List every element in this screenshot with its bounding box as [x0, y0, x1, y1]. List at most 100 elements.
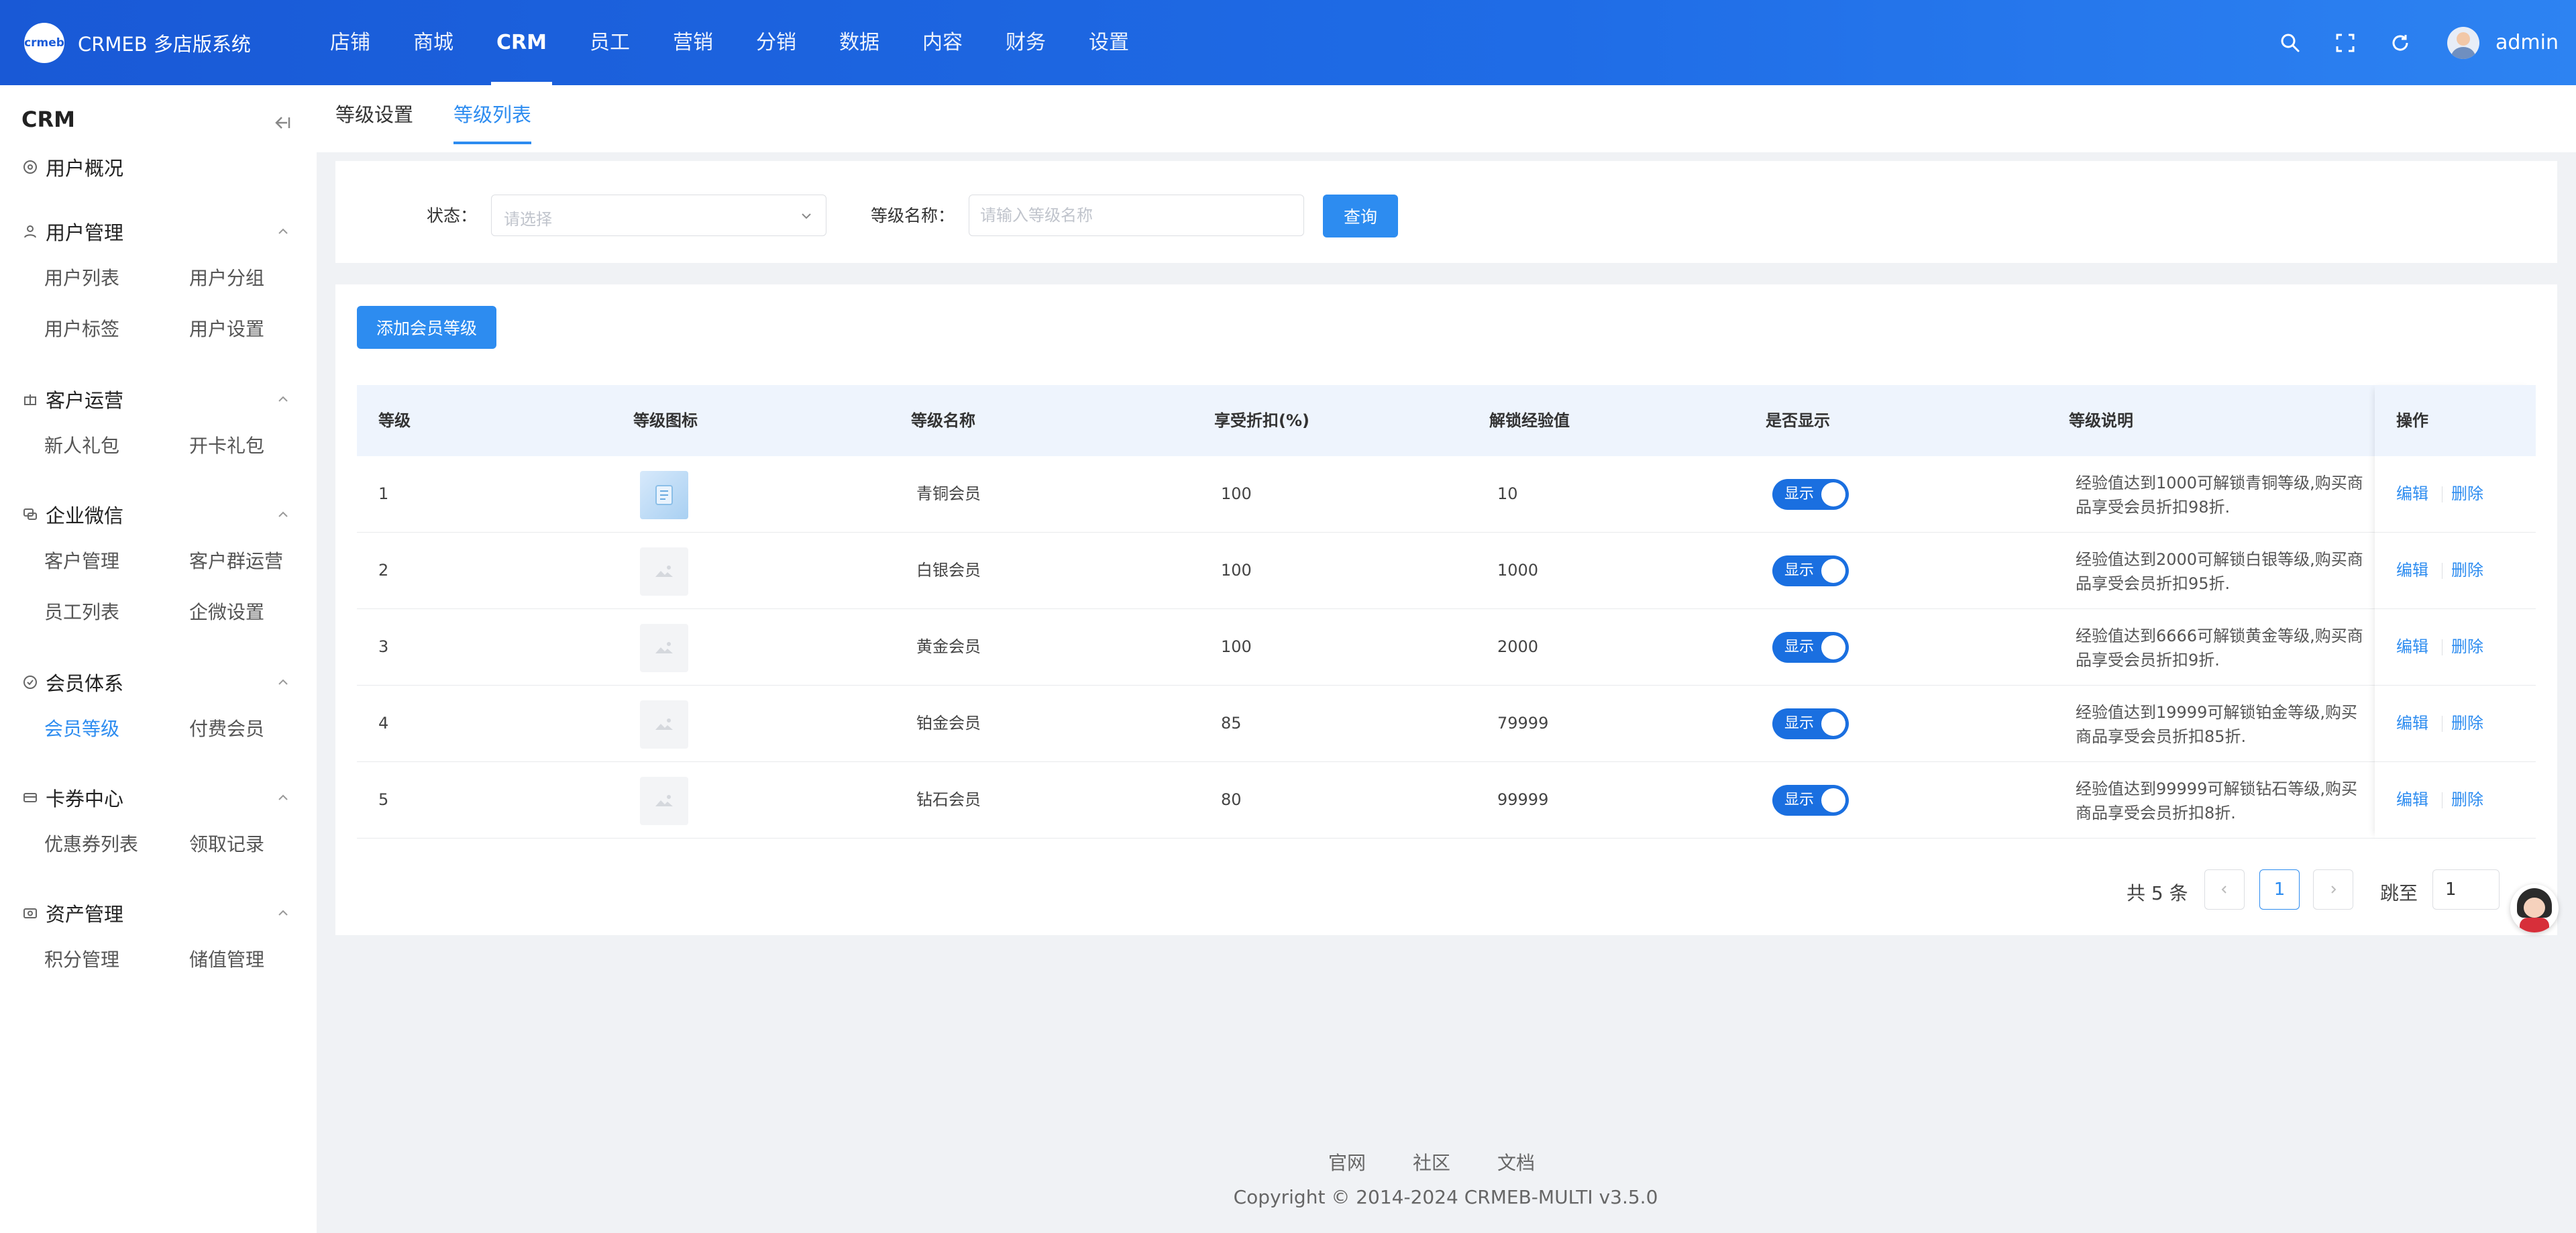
sidebar-group-wecom: 企业微信 客户管理 客户群运营 员工列表 企微设置 [0, 493, 317, 638]
sidebar-group-head-customer-ops[interactable]: 客户运营 [0, 378, 317, 421]
cell-level: 5 [378, 790, 389, 809]
topnav-item-marketing[interactable]: 营销 [651, 0, 735, 85]
image-placeholder-icon [640, 547, 688, 596]
table-row: 4 铂金会员 85 79999 显示 经验值达到19999可解锁铂金等级,购买商… [357, 686, 2536, 762]
topnav-item-crm[interactable]: CRM [475, 0, 568, 85]
sidebar-item-receive-records[interactable]: 领取记录 [189, 819, 334, 870]
app-title: CRMEB 多店版系统 [78, 33, 251, 56]
table-row: 1 青铜会员 100 10 显示 经验值达到1000可解锁青铜等级,购买商品享受… [357, 456, 2536, 533]
sidebar-item-member-level[interactable]: 会员等级 [44, 704, 189, 755]
sidebar: CRM 用户概况 用户管理 用户列表 用户分组 用户标签 用户设置 客户运营 新… [0, 85, 317, 1233]
group-label: 客户运营 [46, 389, 124, 412]
sidebar-group-head-wecom[interactable]: 企业微信 [0, 493, 317, 536]
sidebar-item-coupon-list[interactable]: 优惠券列表 [44, 819, 189, 870]
user-menu[interactable]: admin [2447, 26, 2559, 59]
add-member-level-button[interactable]: 添加会员等级 [357, 306, 496, 349]
support-assistant-avatar[interactable] [2510, 884, 2559, 932]
topnav-item-settings[interactable]: 设置 [1067, 0, 1150, 85]
cell-description: 经验值达到1000可解锁青铜等级,购买商品享受会员折扣98折. [2076, 474, 2363, 517]
topnav-item-staff[interactable]: 员工 [568, 0, 651, 85]
level-name-input[interactable] [969, 195, 1304, 236]
pagination-total: 共 5 条 [2127, 882, 2188, 904]
sidebar-group-head-asset-management[interactable]: 资产管理 [0, 892, 317, 934]
sidebar-item-balance-management[interactable]: 储值管理 [189, 934, 334, 985]
sidebar-item-overview[interactable]: 用户概况 [0, 146, 317, 189]
sidebar-item-staff-list[interactable]: 员工列表 [44, 587, 189, 638]
chevron-up-icon [278, 679, 288, 685]
group-label: 企业微信 [46, 504, 124, 527]
search-icon[interactable] [2277, 30, 2304, 56]
sidebar-item-paid-member[interactable]: 付费会员 [189, 704, 334, 755]
cell-description: 经验值达到99999可解锁钻石等级,购买商品享受会员折扣8折. [2076, 780, 2357, 822]
topnav-item-mall[interactable]: 商城 [392, 0, 475, 85]
sidebar-item-customer-management[interactable]: 客户管理 [44, 536, 189, 587]
show-toggle[interactable]: 显示 [1772, 479, 1849, 510]
col-level-icon: 等级图标 [633, 411, 698, 430]
cell-level-name: 青铜会员 [916, 484, 981, 503]
sidebar-item-user-list[interactable]: 用户列表 [44, 253, 189, 304]
collapse-sidebar-icon[interactable] [271, 112, 292, 133]
show-toggle[interactable]: 显示 [1772, 632, 1849, 663]
sidebar-item-user-settings[interactable]: 用户设置 [189, 304, 334, 355]
tab-level-settings[interactable]: 等级设置 [335, 85, 413, 144]
jump-to-page-input[interactable] [2432, 869, 2500, 910]
user-icon [23, 224, 38, 239]
sidebar-item-newcomer-gift[interactable]: 新人礼包 [44, 421, 189, 472]
sidebar-title: CRM [21, 107, 75, 132]
refresh-icon[interactable] [2387, 30, 2414, 56]
avatar [2447, 26, 2479, 59]
cell-level: 4 [378, 714, 389, 733]
topnav-item-finance[interactable]: 财务 [984, 0, 1067, 85]
sidebar-item-card-gift[interactable]: 开卡礼包 [189, 421, 334, 472]
sidebar-group-asset-management: 资产管理 积分管理 储值管理 [0, 892, 317, 985]
member-icon [23, 675, 38, 690]
sidebar-item-user-tag[interactable]: 用户标签 [44, 304, 189, 355]
chat-icon [23, 507, 38, 522]
footer-link-community[interactable]: 社区 [1413, 1148, 1450, 1175]
fullscreen-icon[interactable] [2332, 30, 2359, 56]
show-toggle[interactable]: 显示 [1772, 708, 1849, 739]
toggle-knob [1821, 788, 1845, 812]
query-button[interactable]: 查询 [1323, 195, 1398, 237]
status-select[interactable]: 请选择 [491, 195, 826, 236]
cell-discount: 100 [1221, 484, 1252, 503]
sidebar-group-head-user-management[interactable]: 用户管理 [0, 210, 317, 253]
topnav-item-content[interactable]: 内容 [901, 0, 984, 85]
wallet-icon [23, 906, 38, 920]
chevron-up-icon [278, 511, 288, 517]
sidebar-item-customer-group-ops[interactable]: 客户群运营 [189, 536, 334, 587]
cell-description: 经验值达到2000可解锁白银等级,购买商品享受会员折扣95折. [2076, 550, 2363, 593]
overview-icon [23, 160, 38, 174]
cell-level: 1 [378, 484, 389, 503]
show-toggle[interactable]: 显示 [1772, 555, 1849, 586]
table-row: 5 钻石会员 80 99999 显示 经验值达到99999可解锁钻石等级,购买商… [357, 762, 2536, 839]
show-toggle[interactable]: 显示 [1772, 785, 1849, 816]
cell-discount: 100 [1221, 561, 1252, 580]
sidebar-item-points-management[interactable]: 积分管理 [44, 934, 189, 985]
sidebar-group-head-membership[interactable]: 会员体系 [0, 661, 317, 704]
sidebar-group-user-management: 用户管理 用户列表 用户分组 用户标签 用户设置 [0, 210, 317, 355]
prev-page-button[interactable] [2204, 869, 2245, 910]
footer-link-docs[interactable]: 文档 [1497, 1148, 1535, 1175]
topnav-item-distribution[interactable]: 分销 [735, 0, 818, 85]
topnav-item-data[interactable]: 数据 [818, 0, 901, 85]
toggle-knob [1821, 712, 1845, 736]
sidebar-item-wecom-settings[interactable]: 企微设置 [189, 587, 334, 638]
cell-level: 3 [378, 637, 389, 656]
tab-level-list[interactable]: 等级列表 [453, 85, 532, 144]
toggle-knob [1821, 635, 1845, 659]
topnav-item-shop[interactable]: 店铺 [309, 0, 392, 85]
sidebar-item-user-group[interactable]: 用户分组 [189, 253, 334, 304]
footer-link-official-site[interactable]: 官网 [1328, 1148, 1366, 1175]
next-page-button[interactable] [2313, 869, 2353, 910]
page-button-current[interactable]: 1 [2259, 869, 2300, 910]
sidebar-group-head-coupon-center[interactable]: 卡券中心 [0, 776, 317, 819]
gift-icon [23, 392, 38, 407]
cell-discount: 80 [1221, 790, 1242, 809]
app-logo[interactable]: crmeb CRMEB 多店版系统 [24, 23, 251, 63]
cell-unlock-exp: 2000 [1497, 637, 1539, 656]
table-row: 2 白银会员 100 1000 显示 经验值达到2000可解锁白银等级,购买商品… [357, 533, 2536, 609]
top-navbar: crmeb CRMEB 多店版系统 店铺 商城 CRM 员工 营销 分销 数据 … [0, 0, 2576, 85]
cell-level: 2 [378, 561, 389, 580]
chevron-down-icon [802, 213, 811, 219]
